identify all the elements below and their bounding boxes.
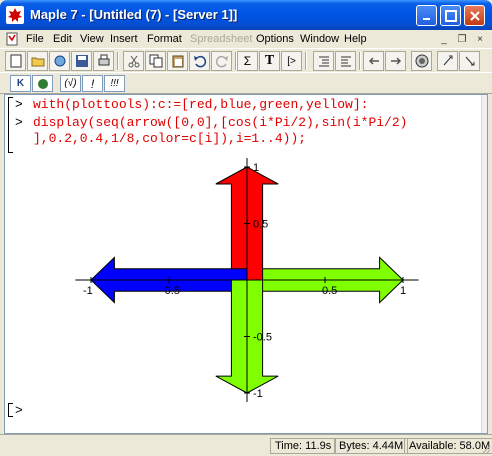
y-tick-label: -1 (253, 388, 263, 400)
undo-button[interactable] (189, 51, 210, 71)
undo-icon (193, 55, 206, 68)
text-mode-button[interactable]: T (259, 51, 280, 71)
minimize-icon (422, 17, 430, 20)
back-button[interactable] (363, 51, 384, 71)
main-toolbar: Σ T [> (0, 48, 492, 72)
outdent-icon (340, 56, 351, 67)
toolbar-separator (117, 52, 119, 70)
document-icon[interactable] (5, 32, 19, 46)
context-toolbar: K (√) ! !!! (0, 72, 492, 94)
x-tick-label: 0.5 (322, 285, 337, 297)
zoom-out-button[interactable] (459, 51, 480, 71)
redo-icon (215, 55, 228, 68)
redo-button[interactable] (211, 51, 232, 71)
y-tick-label: -0.5 (253, 332, 272, 344)
input-line-2b[interactable]: ],0.2,0.4,1/8,color=c[i]),i=1..4)); (33, 131, 306, 146)
execution-group-bracket[interactable] (8, 403, 13, 417)
arrow-right-icon (390, 57, 401, 65)
stop-button[interactable] (411, 51, 432, 71)
new-document-icon (10, 54, 21, 68)
maple-leaf-green-icon (37, 78, 48, 89)
evaluate-button[interactable]: (√) (60, 75, 81, 92)
globe-folder-icon (54, 55, 65, 67)
menu-options[interactable]: Options (256, 33, 294, 45)
menu-insert[interactable]: Insert (110, 33, 138, 45)
status-bytes: Bytes: 4.44M (334, 438, 409, 454)
math-input-button[interactable]: Σ (237, 51, 258, 71)
mdi-close-button[interactable]: × (472, 32, 488, 46)
paste-button[interactable] (167, 51, 188, 71)
clipboard-icon (172, 55, 183, 68)
floppy-disk-icon (75, 55, 88, 67)
y-tick-label: 0.5 (253, 219, 268, 231)
x-tick-label: -0.5 (161, 285, 180, 297)
minimize-button[interactable] (416, 5, 437, 26)
x-tick-label: -1 (83, 285, 93, 297)
open-url-button[interactable] (49, 51, 70, 71)
status-bar: Time: 11.9s Bytes: 4.44M Available: 58.0… (0, 434, 492, 456)
maximize-icon (444, 9, 457, 22)
bold-k-button[interactable]: K (10, 75, 31, 92)
prompt-2: > (15, 115, 23, 130)
arrow-plot[interactable]: -1 -0.5 0.5 1 1 0.5 -0.5 -1 (75, 155, 435, 405)
cut-button[interactable] (123, 51, 144, 71)
group-button[interactable] (313, 51, 334, 71)
empty-prompt[interactable]: > (15, 403, 23, 418)
zoom-icon (443, 55, 452, 66)
execution-group-bracket[interactable] (8, 97, 13, 153)
worksheet[interactable]: > with(plottools):c:=[red,blue,green,yel… (4, 94, 488, 434)
stop-circle-icon (415, 54, 428, 68)
copy-icon (149, 54, 162, 68)
toolbar-separator (305, 52, 307, 70)
toolbar-separator (359, 52, 361, 70)
insert-prompt-button[interactable]: [> (281, 51, 302, 71)
y-tick-label: 1 (253, 162, 259, 174)
execute-button[interactable]: ! (82, 75, 103, 92)
copy-button[interactable] (145, 51, 166, 71)
close-button[interactable] (464, 5, 485, 26)
arrow-left-icon (368, 57, 379, 65)
vertical-scrollbar[interactable] (481, 95, 487, 433)
x-tick-label: 1 (400, 285, 406, 297)
input-line-1[interactable]: with(plottools):c:=[red,blue,green,yello… (33, 97, 368, 112)
input-line-2a[interactable]: display(seq(arrow([0,0],[cos(i*Pi/2),sin… (33, 115, 407, 130)
menu-edit[interactable]: Edit (53, 33, 72, 45)
mdi-controls: _ ❐ × (436, 32, 488, 46)
forward-button[interactable] (385, 51, 406, 71)
menu-view[interactable]: View (80, 33, 104, 45)
execute-all-button[interactable]: !!! (104, 75, 125, 92)
resize-grip-icon[interactable] (479, 443, 491, 455)
zoom-in-button[interactable] (437, 51, 458, 71)
save-button[interactable] (71, 51, 92, 71)
menu-spreadsheet[interactable]: Spreadsheet (190, 33, 252, 45)
open-button[interactable] (27, 51, 48, 71)
maple-leaf-button[interactable] (32, 75, 53, 92)
menu-format[interactable]: Format (147, 33, 182, 45)
plot-axes (75, 157, 419, 403)
zoom-fit-icon (465, 56, 474, 66)
maximize-button[interactable] (440, 5, 461, 26)
status-time: Time: 11.9s (270, 438, 337, 454)
close-icon (469, 10, 480, 21)
mdi-restore-button[interactable]: ❐ (454, 32, 470, 46)
mdi-minimize-button[interactable]: _ (436, 32, 452, 46)
menu-bar: File Edit View Insert Format Spreadsheet… (0, 30, 492, 48)
window-title: Maple 7 - [Untitled (7) - [Server 1]] (30, 7, 238, 22)
prompt-1: > (15, 97, 23, 112)
open-folder-icon (31, 57, 44, 67)
indent-icon (318, 56, 329, 67)
printer-icon (98, 54, 109, 66)
menu-file[interactable]: File (26, 33, 44, 45)
scissors-icon (128, 55, 139, 68)
ungroup-button[interactable] (335, 51, 356, 71)
menu-window[interactable]: Window (300, 33, 339, 45)
new-button[interactable] (5, 51, 26, 71)
maple-leaf-icon[interactable] (6, 6, 24, 24)
print-button[interactable] (93, 51, 114, 71)
menu-help[interactable]: Help (344, 33, 367, 45)
title-bar: Maple 7 - [Untitled (7) - [Server 1]] (0, 0, 492, 30)
